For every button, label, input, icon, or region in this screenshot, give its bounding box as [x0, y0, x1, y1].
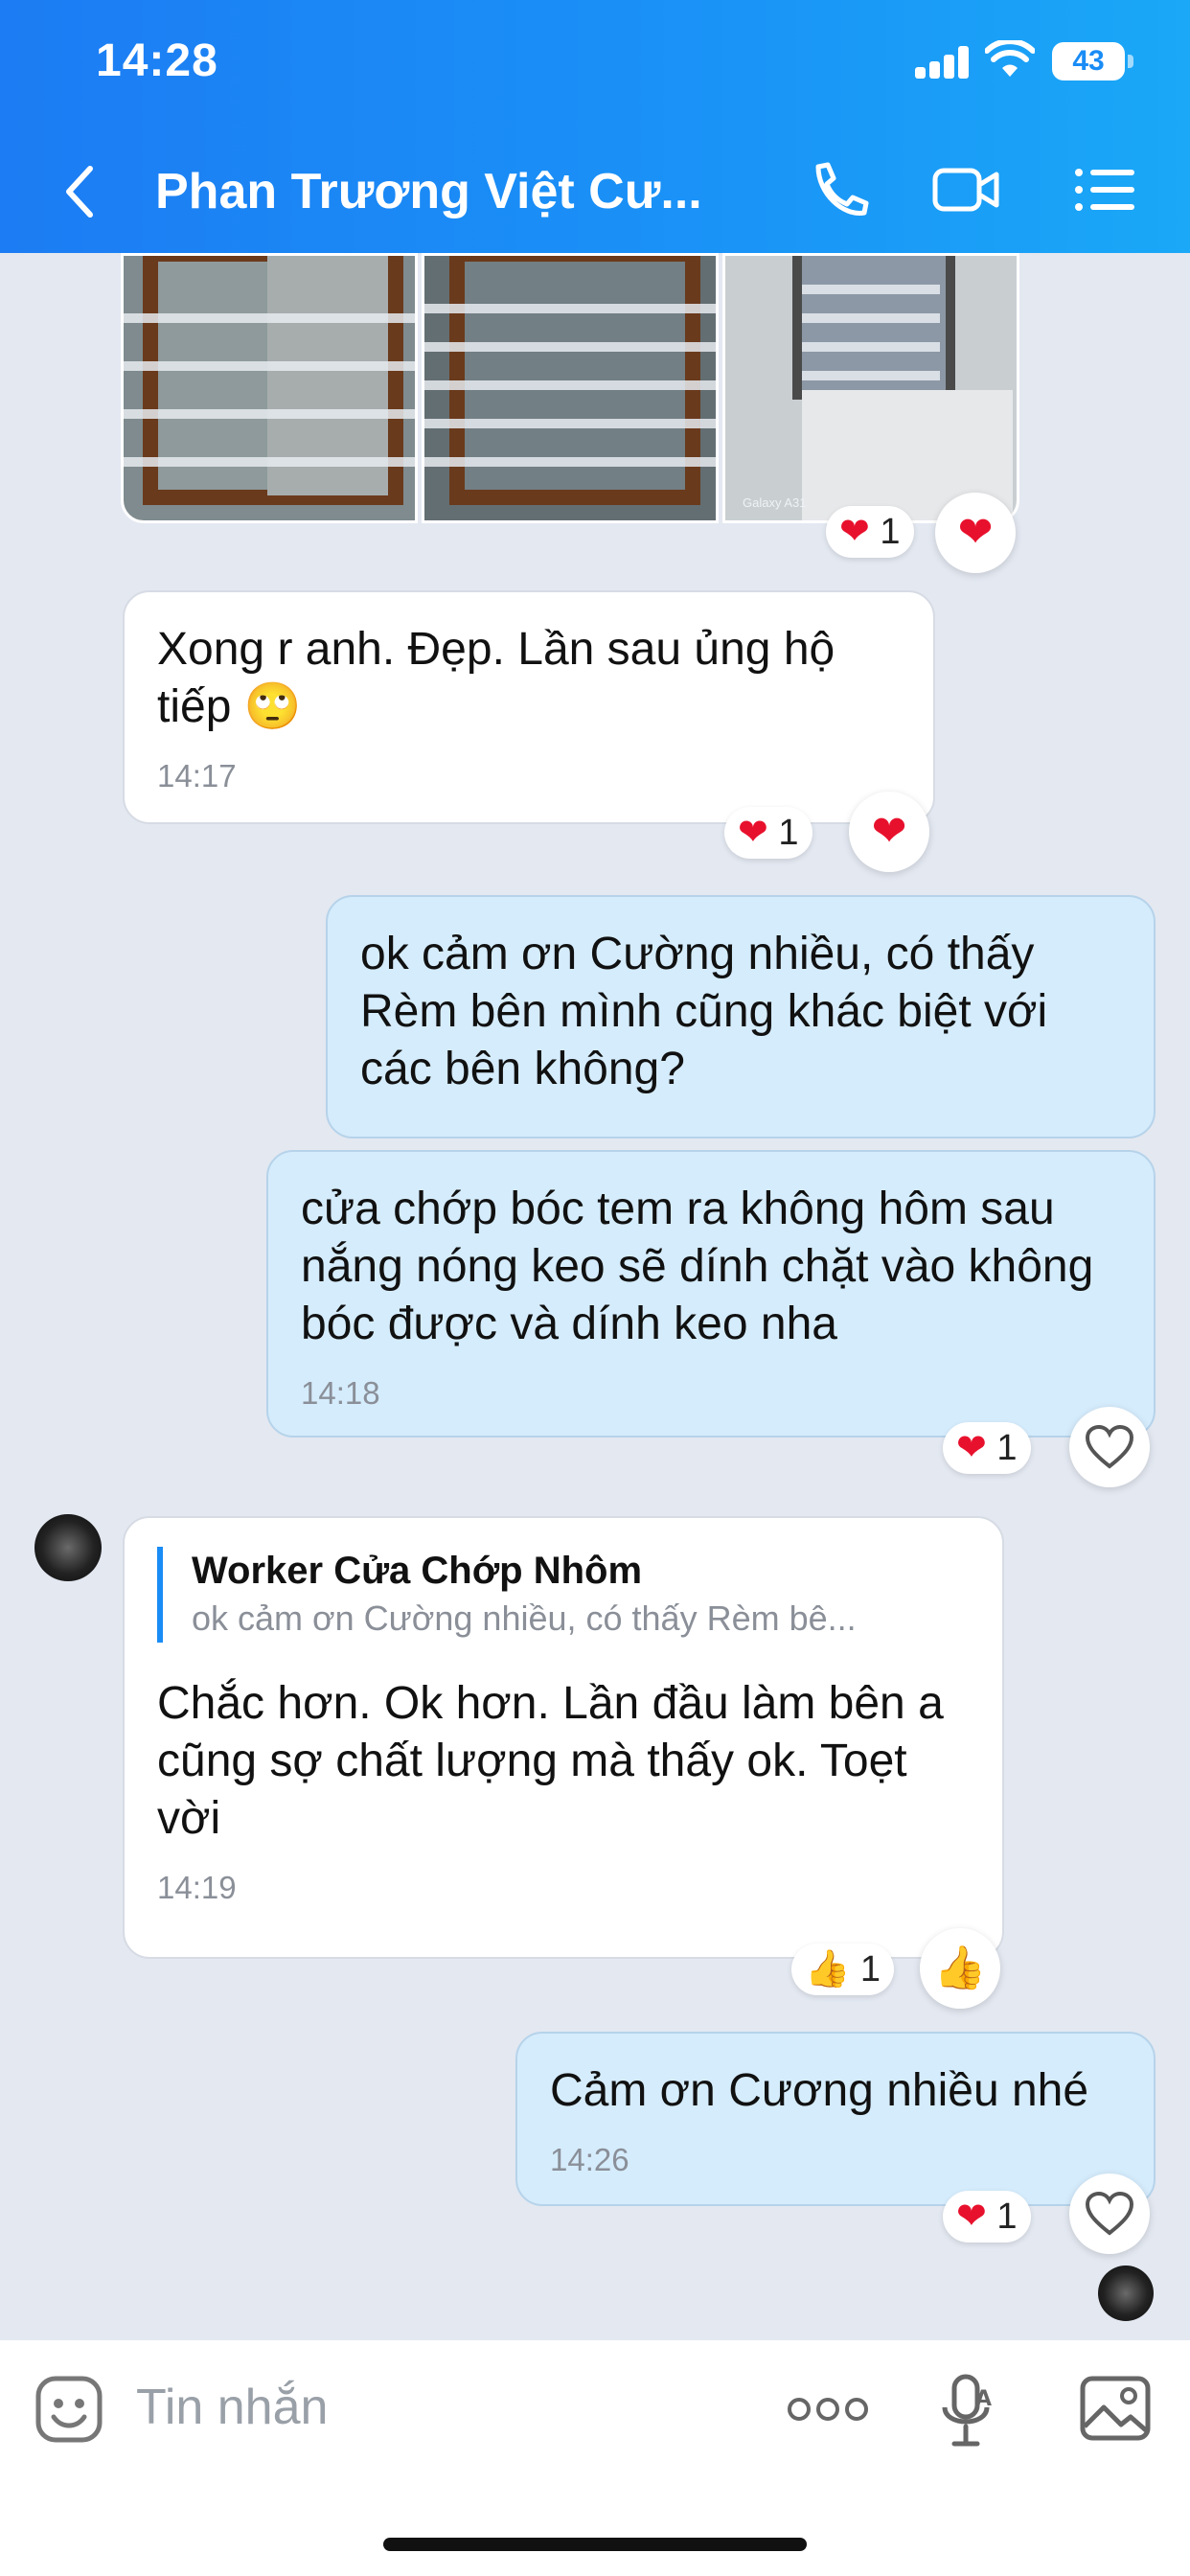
message-time: 14:18 [301, 1375, 380, 1411]
message-input[interactable]: Tin nhắn [136, 2379, 328, 2436]
quoted-message[interactable]: Worker Cửa Chớp Nhôm ok cảm ơn Cường nhi… [157, 1547, 970, 1643]
svg-text:A: A [975, 2387, 992, 2411]
battery-icon: 43 [1052, 42, 1133, 80]
status-time: 14:28 [96, 35, 218, 86]
reaction-count: 1 [778, 813, 799, 853]
reaction-summary[interactable]: 👍 1 [791, 1944, 895, 1995]
menu-list-icon[interactable] [1071, 159, 1140, 220]
quoted-text: ok cảm ơn Cường nhiều, có thấy Rèm bê... [192, 1598, 857, 1638]
more-options-icon[interactable] [786, 2394, 870, 2425]
photo-shutter-1[interactable] [121, 253, 418, 523]
message-bubble-incoming-reply[interactable]: Worker Cửa Chớp Nhôm ok cảm ơn Cường nhi… [123, 1516, 1004, 1959]
message-bubble-outgoing[interactable]: cửa chớp bóc tem ra không hôm sau nắng n… [266, 1150, 1156, 1438]
avatar[interactable] [34, 1514, 102, 1581]
wifi-icon [985, 40, 1035, 77]
message-time: 14:17 [157, 758, 237, 794]
message-bubble-incoming[interactable]: Xong r anh. Đẹp. Lần sau ủng hộ tiếp 🙄 1… [123, 590, 935, 824]
heart-icon: ❤ [738, 813, 768, 853]
heart-icon: ❤ [956, 2196, 987, 2237]
rolling-eyes-emoji-icon: 🙄 [243, 681, 302, 732]
photo-watermark: Galaxy A31 [743, 495, 807, 510]
video-call-icon[interactable] [931, 159, 1000, 220]
message-bubble-outgoing[interactable]: Cảm ơn Cương nhiều nhé 14:26 [515, 2032, 1156, 2206]
thumbs-up-reaction-button[interactable]: 👍 [920, 1928, 1000, 2009]
contact-name[interactable]: Phan Trương Việt Cư... [155, 163, 730, 220]
thumbs-up-icon: 👍 [805, 1949, 851, 1990]
photo-shutter-3[interactable]: Galaxy A31 [722, 253, 1019, 523]
heart-reaction-button[interactable]: ❤ [849, 792, 929, 872]
voice-message-icon[interactable]: A [939, 2373, 996, 2450]
seen-avatar [1098, 2266, 1154, 2321]
phone-call-icon[interactable] [805, 159, 874, 220]
reaction-summary[interactable]: ❤ 1 [826, 506, 914, 558]
heart-icon: ❤ [956, 1428, 987, 1468]
heart-outline-reaction-button[interactable] [1069, 1407, 1150, 1487]
message-input-bar: Tin nhắn A [0, 2340, 1190, 2576]
message-text: ok cảm ơn Cường nhiều, có thấy Rèm bên m… [360, 929, 1048, 1094]
quoted-sender-name: Worker Cửa Chớp Nhôm [192, 1550, 643, 1592]
message-time: 14:26 [550, 2142, 629, 2177]
reaction-summary[interactable]: ❤ 1 [943, 1422, 1031, 1474]
heart-icon: ❤ [839, 512, 870, 552]
message-bubble-outgoing[interactable]: ok cảm ơn Cường nhiều, có thấy Rèm bên m… [326, 895, 1156, 1138]
chat-header: 14:28 43 Phan Trương Việt Cư... [0, 0, 1190, 253]
heart-reaction-button[interactable]: ❤ [935, 493, 1016, 573]
reaction-summary[interactable]: ❤ 1 [943, 2191, 1031, 2242]
sticker-icon[interactable] [34, 2375, 103, 2444]
home-indicator [383, 2538, 807, 2551]
cellular-signal-icon [915, 46, 971, 79]
message-text: cửa chớp bóc tem ra không hôm sau nắng n… [301, 1184, 1094, 1349]
reaction-count: 1 [996, 1428, 1018, 1468]
reaction-count: 1 [859, 1949, 881, 1990]
reaction-summary[interactable]: ❤ 1 [724, 807, 812, 859]
reaction-count: 1 [880, 512, 901, 552]
message-text: Chắc hơn. Ok hơn. Lần đầu làm bên a cũng… [157, 1678, 944, 1844]
photo-shutter-2[interactable] [422, 253, 719, 523]
image-gallery-icon[interactable] [1079, 2375, 1152, 2442]
reaction-count: 1 [996, 2196, 1018, 2237]
back-arrow-icon[interactable] [61, 163, 100, 220]
message-time: 14:19 [157, 1870, 237, 1905]
heart-outline-reaction-button[interactable] [1069, 2174, 1150, 2254]
message-text: Cảm ơn Cương nhiều nhé [550, 2065, 1089, 2116]
